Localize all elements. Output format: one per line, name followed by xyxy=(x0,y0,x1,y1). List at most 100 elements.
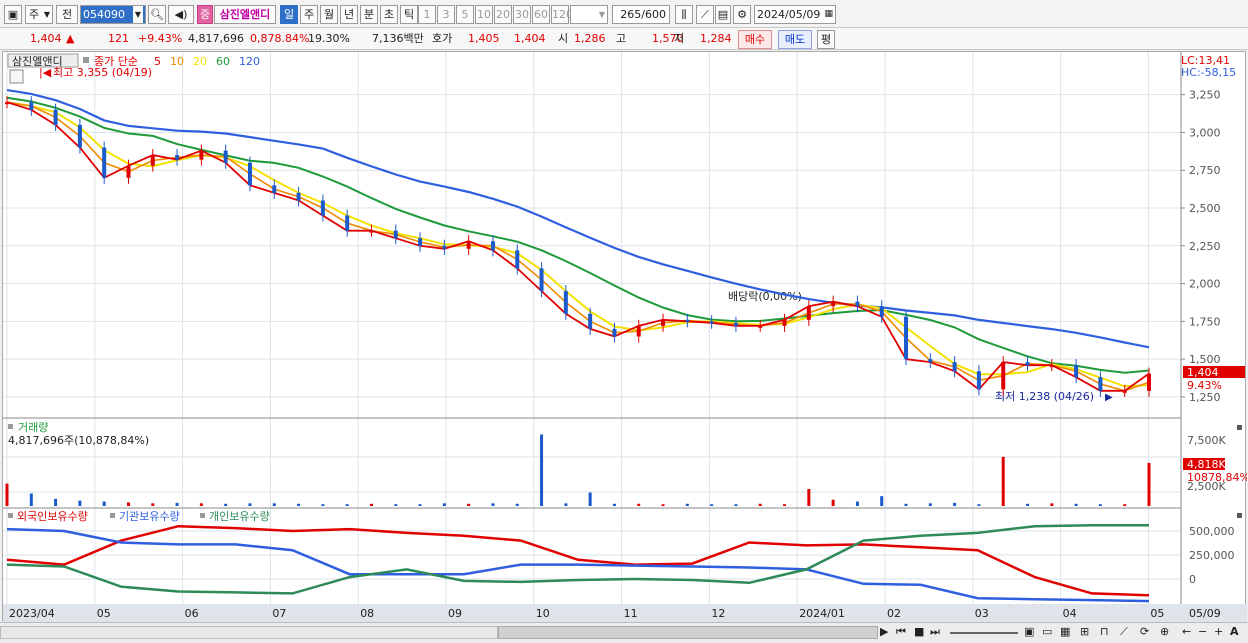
sell-button[interactable]: 매도 xyxy=(778,30,812,49)
window-menu-icon[interactable]: ▣ xyxy=(4,5,22,24)
chart-canvas[interactable]: 삼진엘앤디 종가 단순 5 10 20 60 120 LC:13,41 HC:-58,1… xyxy=(3,52,1248,622)
interval-button-3[interactable]: 3 xyxy=(437,5,455,24)
volume-bar xyxy=(1074,503,1078,506)
interval-button-5[interactable]: 5 xyxy=(456,5,474,24)
candle-body xyxy=(77,124,82,148)
volume-bar xyxy=(588,492,592,506)
buy-button[interactable]: 매수 xyxy=(738,30,772,49)
period-button-6[interactable]: 틱 xyxy=(400,5,418,24)
scroll-thumb[interactable] xyxy=(498,626,878,639)
interval-button-30[interactable]: 30 xyxy=(513,5,531,24)
low-arrow-icon: ▶ xyxy=(1105,392,1113,403)
scroll-begin-icon[interactable]: ⏮ xyxy=(896,625,906,639)
interval-button-1[interactable]: 1 xyxy=(418,5,436,24)
volume-legend-square-icon xyxy=(8,424,13,429)
plus-icon[interactable]: + xyxy=(1214,625,1223,638)
period-button-2[interactable]: 월 xyxy=(320,5,338,24)
custom-interval-select[interactable]: ▼ xyxy=(570,5,608,24)
volume-ratio-tag: 10878,84% xyxy=(1187,471,1247,484)
holder-legend-square-icon xyxy=(200,513,205,518)
volume-bar xyxy=(29,493,33,506)
volume-bar xyxy=(321,504,325,506)
volume-title: 거래량 xyxy=(18,421,48,434)
period-button-1[interactable]: 주 xyxy=(300,5,318,24)
trend-icon[interactable]: ⟋ xyxy=(1120,625,1128,639)
save-icon[interactable]: ▤ xyxy=(715,5,731,24)
count-input[interactable]: 265/600 xyxy=(612,5,670,24)
candle-body xyxy=(733,322,738,326)
code-input[interactable]: 054090 ▼ xyxy=(80,5,146,24)
expand-icon[interactable]: ▣ xyxy=(1024,625,1034,638)
period-button-4[interactable]: 분 xyxy=(360,5,378,24)
x-label: 09 xyxy=(448,607,462,620)
volume-bar xyxy=(880,496,884,506)
candle-body xyxy=(490,241,495,251)
x-label: 2024/01 xyxy=(799,607,845,620)
price-tag: 1,404 xyxy=(1187,366,1219,379)
interval-button-10[interactable]: 10 xyxy=(475,5,493,24)
volume-bar xyxy=(515,503,519,506)
settings-gear-icon[interactable]: ⚙ xyxy=(733,5,751,24)
candle-body xyxy=(855,301,860,307)
speaker-icon[interactable]: ◀) xyxy=(168,5,194,24)
avg-price-button[interactable]: 평 xyxy=(817,30,835,49)
quote-bar: 1,404 ▲ 121 +9.43% 4,817,696 0,878.84% 1… xyxy=(0,28,1248,50)
search-icon[interactable]: 🔍︎ xyxy=(148,5,166,24)
magnet-icon[interactable]: ⊓ xyxy=(1100,625,1109,638)
ma-legend-5: 5 xyxy=(154,55,161,68)
low-price: 1,284 xyxy=(700,32,732,45)
candle-type-icon[interactable]: ⫼ xyxy=(675,5,693,24)
x-label: 11 xyxy=(624,607,638,620)
x-label: 05 xyxy=(1150,607,1164,620)
volume-bar xyxy=(272,503,276,506)
line-tool-icon[interactable]: ⟋ xyxy=(696,5,714,24)
scroll-track[interactable] xyxy=(0,626,498,639)
period-button-0[interactable]: 일 xyxy=(280,5,298,24)
holder-tick-1: 250,000 xyxy=(1189,549,1235,562)
price-tick-label: 3,000 xyxy=(1189,126,1221,139)
price-panel: 삼진엘앤디 종가 단순 5 10 20 60 120 LC:13,41 HC:-58,1… xyxy=(5,53,1245,404)
category-select[interactable]: 전 xyxy=(56,5,78,24)
volume-panel-close-icon[interactable]: ▪ xyxy=(1236,422,1243,433)
volume-bar xyxy=(297,503,301,506)
interval-button-20[interactable]: 20 xyxy=(494,5,512,24)
candle-body xyxy=(199,150,204,160)
period-button-5[interactable]: 초 xyxy=(380,5,398,24)
holder-panel-close-icon[interactable]: ▪ xyxy=(1236,510,1243,521)
candle-body xyxy=(126,165,131,178)
zoom-slider[interactable] xyxy=(950,632,1018,634)
candle-body xyxy=(636,325,641,337)
market-select[interactable]: 주 ▼ xyxy=(25,5,53,24)
copy-icon[interactable]: ▭ xyxy=(1042,625,1052,638)
ma-legend-10: 10 xyxy=(170,55,184,68)
interval-button-120[interactable]: 120 xyxy=(551,5,573,24)
pct-tag: 9.43% xyxy=(1187,379,1222,392)
x-label: 04 xyxy=(1063,607,1077,620)
measure-icon[interactable]: ⊞ xyxy=(1080,625,1089,638)
candle-body xyxy=(1025,362,1030,366)
minus-icon[interactable]: − xyxy=(1198,625,1207,638)
calendar-icon[interactable] xyxy=(9,69,24,84)
period-button-3[interactable]: 년 xyxy=(340,5,358,24)
ma120-line xyxy=(6,89,1150,349)
grid-icon[interactable]: ▦ xyxy=(1060,625,1070,638)
stop-icon[interactable]: ■ xyxy=(914,625,924,638)
refresh-icon[interactable]: ⟳ xyxy=(1140,625,1149,638)
font-size-icon[interactable]: A xyxy=(1230,625,1239,638)
price-tick-label: 2,000 xyxy=(1189,278,1221,291)
candle-body xyxy=(247,162,252,186)
zoom-in-icon[interactable]: ⊕ xyxy=(1160,625,1169,638)
candle-body xyxy=(661,319,666,326)
high-label: 고 xyxy=(616,32,627,45)
holder-legend-1: 기관보유수량 xyxy=(119,510,180,523)
interval-button-60[interactable]: 60 xyxy=(532,5,550,24)
scroll-right-icon[interactable]: ▶ xyxy=(880,625,888,638)
candle-body xyxy=(879,306,884,317)
arrow-left-icon[interactable]: ← xyxy=(1182,625,1191,638)
volume-bar xyxy=(807,489,811,506)
scroll-end-icon[interactable]: ⏭ xyxy=(930,625,940,639)
ma60-line xyxy=(6,96,1150,374)
date-input[interactable]: 2024/05/09 ▦ xyxy=(754,5,836,24)
volume-bar xyxy=(151,503,155,506)
chart-area[interactable]: 삼진엘앤디 종가 단순 5 10 20 60 120 LC:13,41 HC:-58,1… xyxy=(2,51,1248,622)
